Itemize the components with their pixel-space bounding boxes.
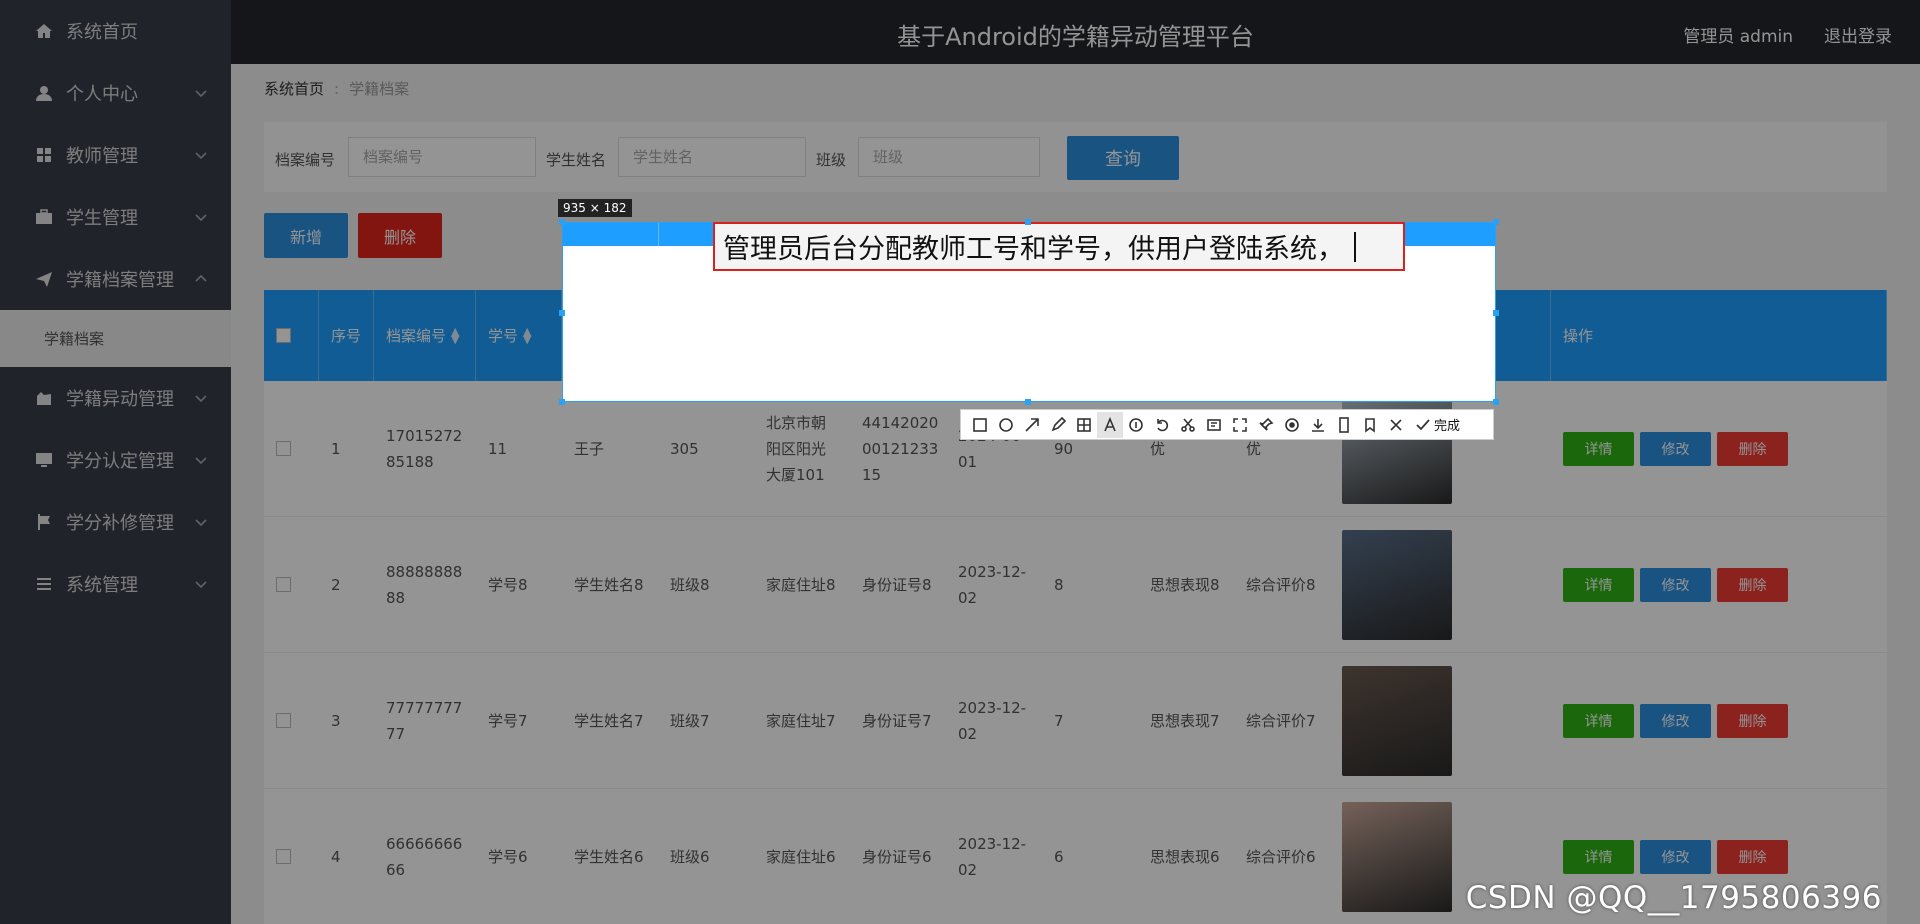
resize-handle[interactable]	[1493, 219, 1499, 225]
download-icon[interactable]	[1305, 412, 1331, 438]
text-tool-icon[interactable]	[1097, 411, 1123, 438]
selection-size-tag: 935 × 182	[558, 199, 632, 217]
rectangle-tool-icon[interactable]	[967, 412, 993, 438]
undo-icon[interactable]	[1149, 412, 1175, 438]
scissors-icon[interactable]	[1175, 412, 1201, 438]
expand-icon[interactable]	[1227, 412, 1253, 438]
resize-handle[interactable]	[1025, 219, 1031, 225]
resize-handle[interactable]	[559, 219, 565, 225]
mosaic-tool-icon[interactable]	[1071, 412, 1097, 438]
pin-icon[interactable]	[1253, 412, 1279, 438]
done-label: 完成	[1434, 419, 1461, 434]
pen-tool-icon[interactable]	[1045, 412, 1071, 438]
phone-icon[interactable]	[1331, 412, 1357, 438]
resize-handle[interactable]	[559, 310, 565, 316]
resize-handle[interactable]	[559, 399, 565, 405]
text-annotation[interactable]: 管理员后台分配教师工号和学号，供用户登陆系统，	[713, 222, 1405, 271]
screenshot-dim-overlay	[0, 0, 1920, 924]
check-icon	[1416, 418, 1430, 430]
resize-handle[interactable]	[1493, 399, 1499, 405]
ellipse-tool-icon[interactable]	[993, 412, 1019, 438]
text-cursor	[1354, 231, 1356, 262]
resize-handle[interactable]	[1493, 310, 1499, 316]
record-icon[interactable]	[1279, 412, 1305, 438]
screenshot-toolbar: 完成	[960, 409, 1494, 440]
number-tool-icon[interactable]	[1123, 412, 1149, 438]
arrow-tool-icon[interactable]	[1019, 412, 1045, 438]
annotation-text: 管理员后台分配教师工号和学号，供用户登陆系统，	[723, 234, 1344, 265]
resize-handle[interactable]	[1025, 399, 1031, 405]
done-button[interactable]: 完成	[1415, 415, 1460, 434]
close-icon[interactable]	[1383, 412, 1409, 438]
ocr-icon[interactable]	[1201, 412, 1227, 438]
bookmark-icon[interactable]	[1357, 412, 1383, 438]
csdn-watermark: CSDN @QQ__1795806396	[1465, 880, 1882, 916]
column-header[interactable]: 学生姓名▲▼	[563, 223, 659, 246]
